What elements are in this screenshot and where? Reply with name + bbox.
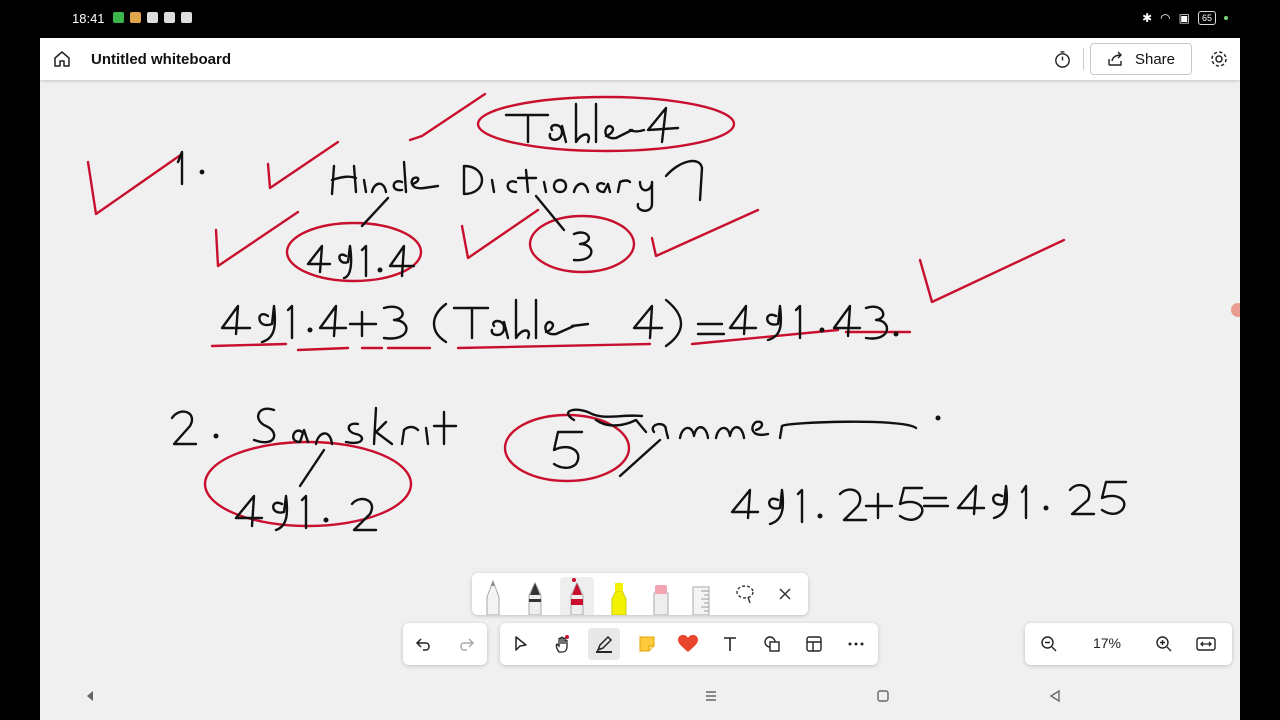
status-dot bbox=[1224, 16, 1228, 20]
notification-app-icon bbox=[113, 12, 124, 23]
zoom-out-button[interactable] bbox=[1035, 630, 1063, 658]
ruler-icon[interactable] bbox=[690, 577, 712, 615]
notification-icons bbox=[113, 12, 192, 23]
share-label: Share bbox=[1134, 50, 1176, 68]
undo-redo-toolbar bbox=[403, 623, 487, 665]
system-navigation-bar bbox=[40, 674, 1240, 720]
shapes-button[interactable] bbox=[758, 630, 786, 658]
undo-button[interactable] bbox=[410, 630, 438, 658]
recent-apps-icon[interactable] bbox=[704, 689, 718, 703]
system-icons: ✱ ◠ ▣ 65 bbox=[1142, 11, 1228, 25]
status-bar: 18:41 ✱ ◠ ▣ 65 bbox=[0, 0, 1280, 38]
red-pen-slot[interactable] bbox=[560, 577, 594, 616]
red-pen-icon bbox=[570, 578, 584, 616]
battery-icon: 65 bbox=[1197, 11, 1216, 25]
undo-icon bbox=[415, 638, 430, 651]
shapes-icon bbox=[764, 636, 780, 652]
heart-icon bbox=[678, 635, 698, 652]
inking-tool-button[interactable] bbox=[588, 628, 620, 660]
zoom-level: 17% bbox=[1092, 635, 1122, 651]
sticky-note-icon bbox=[639, 636, 655, 652]
timer-icon[interactable] bbox=[1053, 50, 1072, 69]
status-time: 18:41 bbox=[72, 11, 105, 26]
mail-icon bbox=[164, 12, 175, 23]
text-tool-button[interactable] bbox=[716, 630, 744, 658]
template-icon bbox=[806, 636, 822, 652]
black-ink bbox=[170, 102, 1128, 532]
zoom-toolbar: 17% bbox=[1025, 623, 1232, 665]
pencil-tool-icon[interactable] bbox=[482, 577, 504, 615]
sticky-note-button[interactable] bbox=[633, 630, 661, 658]
eraser-icon[interactable] bbox=[650, 577, 672, 615]
reactions-button[interactable] bbox=[674, 630, 702, 658]
notification-app-icon bbox=[147, 12, 158, 23]
fit-screen-icon bbox=[1196, 637, 1216, 651]
lasso-icon[interactable] bbox=[734, 583, 756, 605]
zoom-in-button[interactable] bbox=[1150, 630, 1178, 658]
bluetooth-icon: ✱ bbox=[1142, 11, 1153, 25]
hand-icon bbox=[555, 635, 569, 653]
templates-button[interactable] bbox=[800, 630, 828, 658]
page-title[interactable]: Untitled whiteboard bbox=[91, 51, 231, 68]
close-icon[interactable] bbox=[776, 585, 794, 603]
nav-home-icon[interactable] bbox=[876, 689, 890, 703]
toolbar-divider bbox=[1083, 48, 1084, 70]
whiteboard-app: Untitled whiteboard Share 17% bbox=[40, 38, 1240, 674]
zoom-out-icon bbox=[1041, 636, 1057, 652]
video-icon bbox=[181, 12, 192, 23]
highlighter-icon[interactable] bbox=[608, 577, 630, 615]
notification-app-icon bbox=[130, 12, 141, 23]
main-toolbar bbox=[500, 623, 878, 665]
pan-tool-button[interactable] bbox=[549, 630, 577, 658]
share-icon bbox=[1108, 51, 1122, 66]
fit-to-screen-button[interactable] bbox=[1192, 630, 1220, 658]
pointer-icon bbox=[515, 636, 527, 651]
pen-icon bbox=[596, 635, 613, 653]
text-icon bbox=[724, 637, 736, 651]
wifi-icon: ◠ bbox=[1160, 11, 1171, 25]
sim-icon: ▣ bbox=[1178, 11, 1190, 25]
nav-back-icon[interactable] bbox=[1048, 689, 1062, 703]
pen-tray bbox=[472, 573, 808, 616]
home-icon[interactable] bbox=[52, 49, 72, 69]
zoom-in-icon bbox=[1156, 636, 1172, 652]
nav-back-small-icon[interactable] bbox=[84, 689, 96, 703]
more-options-button[interactable] bbox=[842, 630, 870, 658]
redo-button[interactable] bbox=[452, 630, 480, 658]
gear-icon[interactable] bbox=[1209, 49, 1229, 69]
share-button[interactable]: Share bbox=[1090, 43, 1192, 75]
select-tool-button[interactable] bbox=[507, 630, 535, 658]
top-bar: Untitled whiteboard Share bbox=[40, 38, 1240, 80]
black-pen-icon[interactable] bbox=[524, 577, 546, 615]
more-icon bbox=[848, 642, 864, 646]
collaborator-cursor bbox=[1231, 303, 1240, 317]
redo-icon bbox=[460, 638, 475, 651]
